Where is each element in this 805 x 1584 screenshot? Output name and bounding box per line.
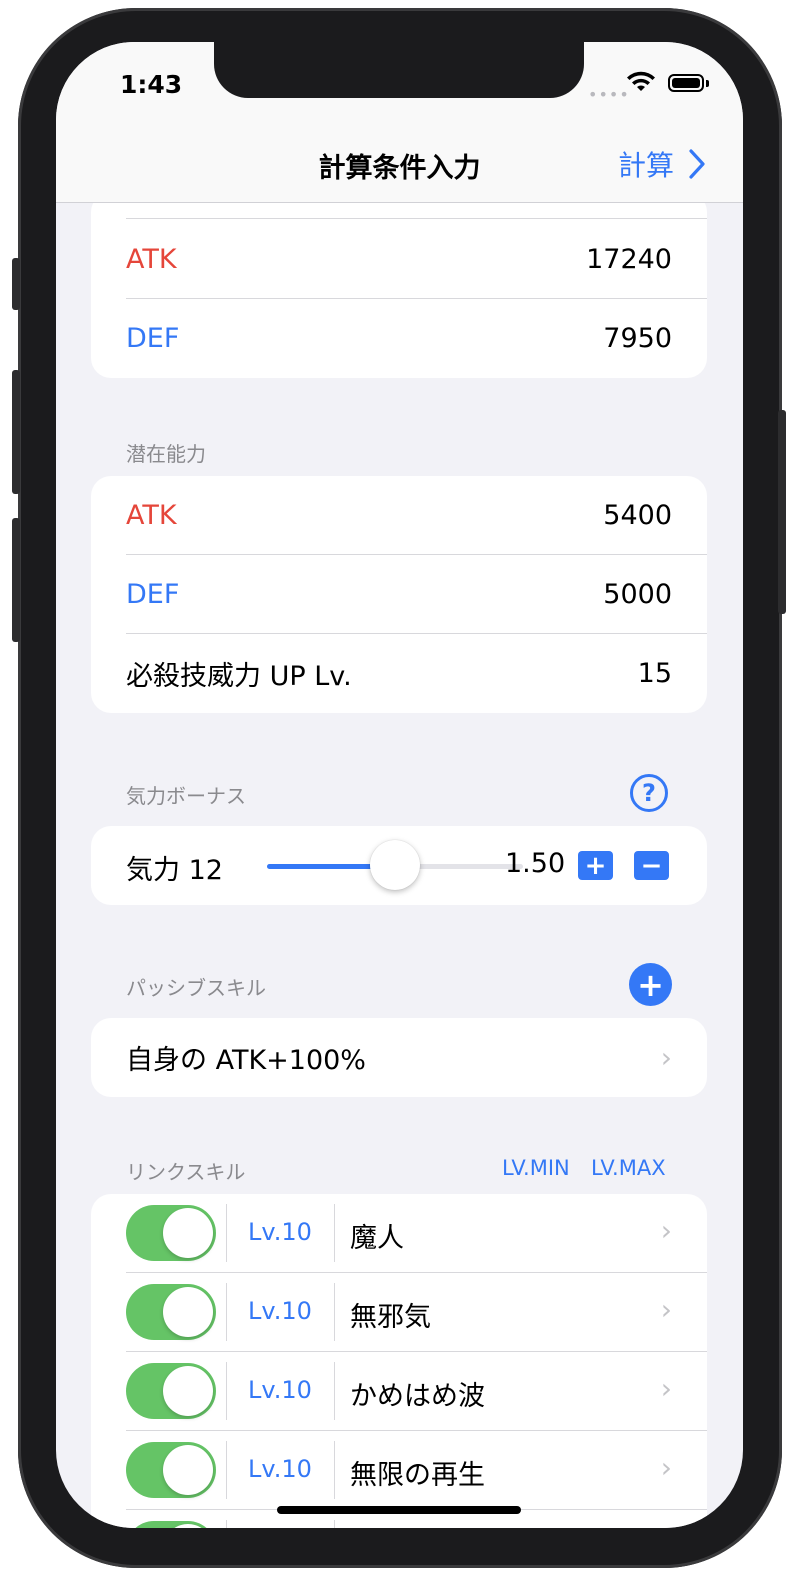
status-time: 1:43 <box>120 70 183 99</box>
volume-up-button <box>12 370 20 494</box>
lv-min-button[interactable]: LV.MIN <box>502 1156 570 1180</box>
stat-label: DEF <box>126 323 180 354</box>
battery-cap <box>706 80 709 87</box>
potential-card: ATK 5400 DEF 5000 必殺技威力 UP Lv. 15 <box>91 476 707 713</box>
potential-value: 5400 <box>603 500 672 531</box>
wifi-icon <box>627 71 655 91</box>
column-divider <box>334 1520 335 1528</box>
column-divider <box>334 1362 335 1420</box>
link-skill-toggle[interactable] <box>126 1521 216 1528</box>
row-separator <box>126 1272 707 1273</box>
chevron-right-icon: › <box>660 1041 672 1074</box>
passive-skill-row[interactable]: 自身の ATK+100% › <box>126 1018 672 1097</box>
column-divider <box>334 1441 335 1499</box>
link-skill-level[interactable]: Lv.10 <box>226 1376 334 1404</box>
link-skill-name[interactable]: 魔人 <box>350 1216 404 1255</box>
link-skill-toggle[interactable] <box>126 1363 216 1419</box>
link-skill-name[interactable]: かめはめ波 <box>350 1374 485 1413</box>
stat-row-def[interactable]: DEF 7950 <box>126 299 672 378</box>
ki-label: 気力 12 <box>126 855 223 886</box>
passive-skill-card: 自身の ATK+100% › <box>91 1018 707 1097</box>
cellular-signal-icon: •••• <box>588 85 630 104</box>
link-skill-toggle[interactable] <box>126 1284 216 1340</box>
stat-value: 7950 <box>603 323 672 354</box>
link-skill-toggle[interactable] <box>126 1205 216 1261</box>
link-skills-card: Lv.10 魔人 › Lv.10 無邪気 › Lv.10 かめはめ波 › Lv.… <box>91 1194 707 1528</box>
mute-switch <box>12 258 20 310</box>
link-skill-toggle[interactable] <box>126 1442 216 1498</box>
section-header-passive-skill: パッシブスキル <box>126 976 266 1000</box>
stat-value: 17240 <box>586 244 672 275</box>
row-separator <box>126 1430 707 1431</box>
potential-label: 必殺技威力 UP Lv. <box>126 661 352 692</box>
chevron-right-icon: › <box>660 1293 672 1326</box>
row-separator <box>126 218 707 219</box>
content-scroll[interactable]: ATK 17240 DEF 7950 潜在能力 ATK 5400 DEF 500… <box>56 42 743 1528</box>
battery-icon <box>668 74 704 92</box>
section-header-link-skill: リンクスキル <box>126 1160 246 1184</box>
ki-decrement-button[interactable]: − <box>634 851 669 880</box>
calculate-button[interactable]: 計算 <box>618 144 706 184</box>
column-divider <box>334 1204 335 1262</box>
link-skill-level[interactable]: Lv.10 <box>226 1218 334 1246</box>
navigation-bar: 計算条件入力 計算 <box>56 122 743 203</box>
link-skill-level[interactable]: Lv.10 <box>226 1455 334 1483</box>
ki-bonus-card: 気力 12 1.50 + − <box>91 826 707 905</box>
add-passive-skill-button[interactable]: + <box>629 963 672 1006</box>
calculate-button-label: 計算 <box>618 149 675 182</box>
link-skill-level[interactable]: Lv.10 <box>226 1297 334 1325</box>
chevron-right-icon: › <box>660 1451 672 1484</box>
help-icon[interactable]: ? <box>630 774 668 812</box>
section-header-ki-bonus: 気力ボーナス <box>126 784 246 808</box>
home-indicator <box>277 1506 521 1514</box>
potential-label: DEF <box>126 579 180 610</box>
ki-multiplier-value: 1.50 <box>505 848 566 879</box>
chevron-right-icon <box>689 149 705 179</box>
notch <box>214 42 584 98</box>
stats-card: ATK 17240 DEF 7950 <box>91 192 707 378</box>
potential-row-def[interactable]: DEF 5000 <box>126 555 672 634</box>
stat-row-atk[interactable]: ATK 17240 <box>126 220 672 299</box>
potential-label: ATK <box>126 500 177 531</box>
potential-row-super-attack[interactable]: 必殺技威力 UP Lv. 15 <box>126 634 672 713</box>
link-skill-name[interactable]: 無限の再生 <box>350 1453 485 1492</box>
chevron-right-icon: › <box>660 1214 672 1247</box>
potential-row-atk[interactable]: ATK 5400 <box>126 476 672 555</box>
section-header-potential: 潜在能力 <box>126 442 206 466</box>
chevron-right-icon: › <box>660 1372 672 1405</box>
row-separator <box>126 1351 707 1352</box>
ki-slider-thumb[interactable] <box>370 840 420 890</box>
passive-skill-text: 自身の ATK+100% <box>126 1045 366 1076</box>
link-skill-name[interactable]: 無邪気 <box>350 1295 431 1334</box>
ki-increment-button[interactable]: + <box>578 851 613 880</box>
column-divider <box>226 1520 227 1528</box>
power-button <box>778 410 786 614</box>
volume-down-button <box>12 518 20 642</box>
screen: 1:43 •••• 計算条件入力 計算 ATK 17240 DEF 7950 潜… <box>56 42 743 1528</box>
potential-value: 15 <box>637 658 672 689</box>
stat-label: ATK <box>126 244 177 275</box>
column-divider <box>334 1283 335 1341</box>
potential-value: 5000 <box>603 579 672 610</box>
lv-max-button[interactable]: LV.MAX <box>591 1156 666 1180</box>
